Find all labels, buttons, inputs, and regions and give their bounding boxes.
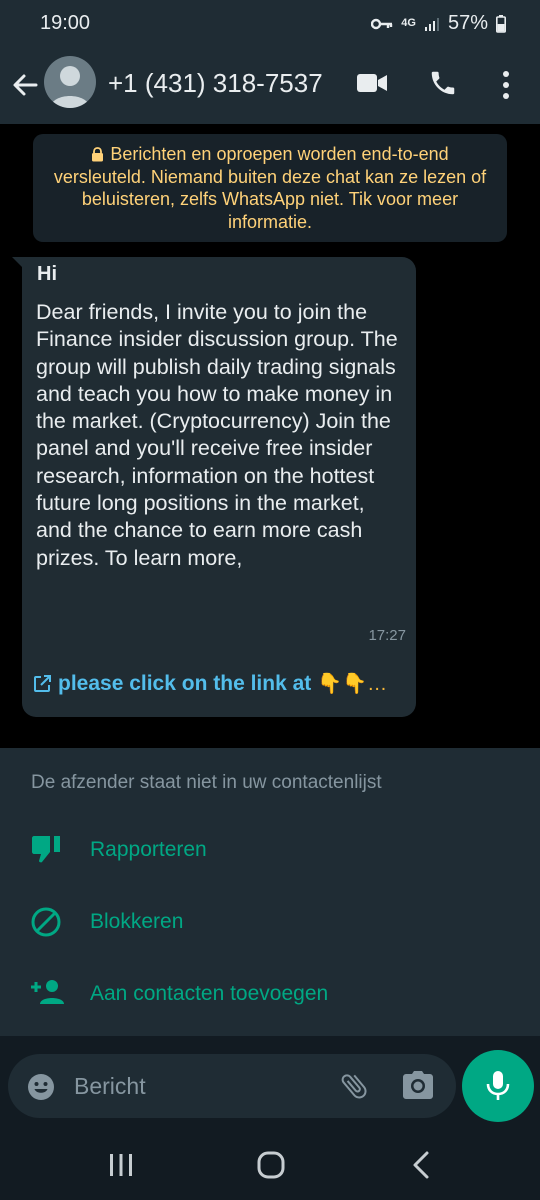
incoming-message-bubble[interactable]: Hi Dear friends, I invite you to join th… [22, 257, 416, 717]
microphone-icon [486, 1071, 510, 1100]
encryption-notice[interactable]: Berichten en oproepen worden end-to-end … [33, 134, 507, 242]
message-input[interactable]: Bericht [8, 1054, 456, 1118]
video-call-icon[interactable] [356, 72, 388, 94]
report-action[interactable]: Rapporteren [0, 820, 540, 880]
add-contact-action[interactable]: Aan contacten toevoegen [0, 964, 540, 1024]
block-label: Blokkeren [90, 910, 184, 933]
lock-icon [92, 147, 104, 162]
message-link-text: please click on the link at [58, 671, 312, 695]
external-link-icon [34, 674, 51, 692]
back-nav-icon[interactable] [410, 1150, 432, 1180]
message-body: Dear friends, I invite you to join the F… [36, 300, 398, 570]
message-timestamp: 17:27 [368, 627, 406, 644]
network-type-label: 4G [401, 17, 416, 29]
message-title: Hi [37, 263, 57, 285]
message-placeholder: Bericht [74, 1073, 146, 1099]
add-person-icon [31, 980, 64, 1004]
report-label: Rapporteren [90, 838, 207, 861]
pointing-down-emoji: 👇👇… [317, 673, 388, 695]
key-icon [371, 18, 393, 29]
back-arrow-icon[interactable] [10, 70, 40, 100]
signal-icon [424, 17, 439, 31]
message-link[interactable]: please click on the link at 👇👇… [32, 671, 387, 696]
status-icons: 4G 57% [371, 12, 506, 35]
battery-percent: 57% [447, 12, 488, 34]
phone-call-icon[interactable] [428, 68, 458, 98]
more-options-icon[interactable] [500, 70, 512, 100]
default-avatar-icon [50, 66, 90, 108]
add-contact-label: Aan contacten toevoegen [90, 982, 329, 1005]
home-icon[interactable] [256, 1150, 286, 1180]
block-icon [31, 907, 61, 937]
chat-header: +1 (431) 318-7537 [0, 46, 540, 124]
block-action[interactable]: Blokkeren [0, 892, 540, 952]
status-time: 19:00 [40, 12, 91, 34]
recent-apps-icon[interactable] [108, 1152, 134, 1178]
emoji-icon[interactable] [26, 1072, 56, 1102]
thumbs-down-icon [32, 836, 60, 863]
status-bar: 19:00 4G 57% [0, 0, 540, 46]
camera-icon[interactable] [402, 1070, 434, 1100]
battery-icon [496, 14, 506, 33]
system-navigation-bar [0, 1128, 540, 1200]
encryption-notice-text: Berichten en oproepen worden end-to-end … [53, 144, 487, 232]
composer-bar: Bericht [0, 1036, 540, 1128]
attach-icon[interactable] [338, 1070, 370, 1102]
unknown-sender-panel: De afzender staat niet in uw contactenli… [0, 748, 540, 1036]
contact-name[interactable]: +1 (431) 318-7537 [108, 68, 323, 99]
voice-message-button[interactable] [462, 1050, 534, 1122]
whatsapp-chat-screen: 19:00 4G 57% +1 (431) 318-7537 Berichten… [0, 0, 540, 1200]
unknown-sender-note: De afzender staat niet in uw contactenli… [31, 772, 382, 793]
avatar[interactable] [44, 56, 96, 108]
